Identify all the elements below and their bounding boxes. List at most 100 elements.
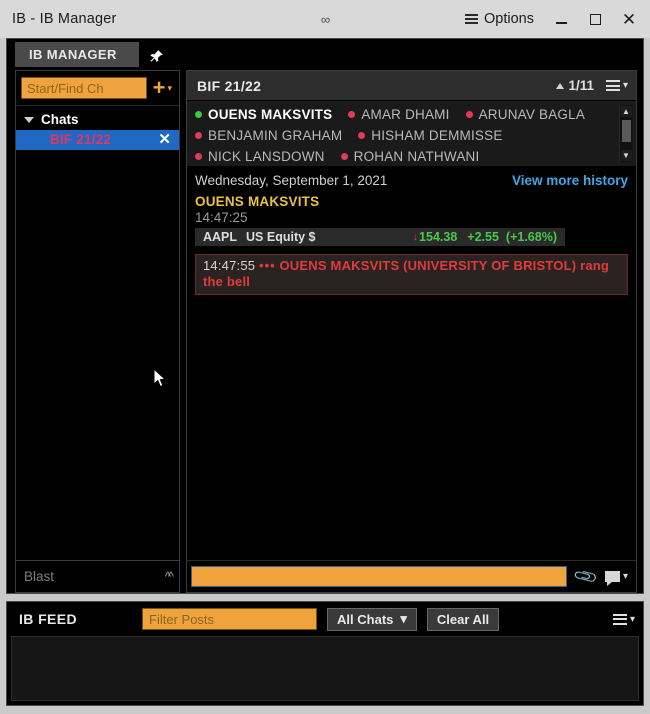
member-count[interactable]: 1/11	[556, 78, 594, 93]
message-timestamp: 14:47:25	[195, 210, 248, 225]
message-sender: OUENS MAKSVITS	[195, 194, 320, 209]
pin-icon[interactable]	[149, 49, 164, 67]
add-chat-button[interactable]: + ▾	[152, 75, 174, 100]
hamburger-icon	[605, 80, 620, 91]
chevron-down-icon: ▾	[622, 80, 628, 91]
participant-name: AMAR DHAMI	[361, 107, 450, 122]
app-window: IB - IB Manager ∞ Options ✕ IB MANAGER S…	[0, 0, 650, 714]
date-divider: Wednesday, September 1, 2021	[195, 173, 388, 188]
options-label: Options	[484, 11, 534, 27]
clear-all-label: Clear All	[436, 611, 490, 627]
list-item[interactable]: HISHAM DEMMISSE	[358, 126, 502, 145]
minimize-button[interactable]	[546, 5, 576, 33]
ib-feed-panel: IB FEED Filter Posts All Chats ▾ Clear A…	[6, 601, 644, 706]
flag-button[interactable]: ▾	[604, 571, 628, 586]
close-icon[interactable]: ✕	[158, 132, 171, 147]
blast-label: Blast	[24, 569, 55, 584]
participant-name: ROHAN NATHWANI	[353, 149, 480, 162]
ib-manager-panel: IB MANAGER Start/Find Ch + ▾ Chats BIF 2…	[6, 38, 644, 594]
scrollbar-thumb[interactable]	[621, 120, 631, 142]
message-input[interactable]	[191, 566, 568, 587]
feed-menu-button[interactable]: ▾	[612, 613, 635, 625]
scope-dropdown[interactable]: All Chats ▾	[327, 607, 417, 631]
quote-description: US Equity $	[246, 230, 316, 244]
window-controls: Options ✕	[457, 5, 644, 33]
participant-name: HISHAM DEMMISSE	[371, 128, 503, 143]
message-list[interactable]: Wednesday, September 1, 2021 View more h…	[187, 167, 636, 560]
compose-bar: 📎 ▾	[187, 560, 636, 592]
security-quote-row[interactable]: AAPL US Equity $ ↓ 154.38 +2.55 (+1.68%)	[195, 228, 565, 246]
feed-container: IB FEED Filter Posts All Chats ▾ Clear A…	[0, 601, 650, 714]
close-button[interactable]: ✕	[614, 5, 644, 33]
date-divider-row: Wednesday, September 1, 2021 View more h…	[195, 173, 628, 188]
list-item[interactable]: BENJAMIN GRAHAM	[195, 126, 342, 145]
options-button[interactable]: Options	[457, 8, 542, 30]
view-more-history-link[interactable]: View more history	[512, 173, 628, 188]
chevron-down-icon: ▾	[622, 571, 628, 582]
alert-dots-icon: •••	[259, 258, 276, 273]
clear-all-button[interactable]: Clear All	[426, 607, 500, 631]
status-dot-icon	[340, 153, 348, 160]
list-item[interactable]: NICK LANSDOWN	[195, 147, 325, 162]
participant-name: NICK LANSDOWN	[208, 149, 325, 162]
chat-pane: BIF 21/22 1/11 ▾ OUENS MAKSVITS AMAR DHA…	[186, 70, 637, 593]
chat-menu-button[interactable]: ▾	[605, 80, 628, 91]
participants-list: OUENS MAKSVITS AMAR DHAMI ARUNAV BAGLA B…	[195, 105, 619, 162]
tree-group-chats[interactable]: Chats	[16, 110, 179, 130]
close-icon: ✕	[621, 9, 637, 29]
participant-name: OUENS MAKSVITS	[208, 107, 333, 122]
chat-header: BIF 21/22 1/11 ▾	[187, 71, 636, 101]
main-panes: Start/Find Ch + ▾ Chats BIF 21/22 ✕ Blas…	[7, 67, 643, 593]
chat-sidebar: Start/Find Ch + ▾ Chats BIF 21/22 ✕ Blas…	[15, 70, 180, 593]
list-item-label: BIF 21/22	[50, 132, 112, 147]
status-dot-icon	[195, 111, 202, 118]
feed-header: IB FEED Filter Posts All Chats ▾ Clear A…	[7, 602, 643, 636]
window-title: IB - IB Manager	[12, 11, 117, 27]
tree-group-label: Chats	[41, 112, 79, 127]
status-dot-icon	[348, 111, 356, 118]
feed-body[interactable]	[11, 636, 639, 701]
tab-ib-manager[interactable]: IB MANAGER	[15, 42, 139, 67]
participants-scrollbar[interactable]: ▲ ▼	[619, 105, 632, 162]
status-dot-icon	[465, 111, 473, 118]
list-item[interactable]: ARUNAV BAGLA	[465, 105, 585, 124]
status-dot-icon	[358, 132, 366, 139]
maximize-button[interactable]	[580, 5, 610, 33]
plus-icon: +	[152, 75, 166, 100]
quote-change: +2.55	[467, 230, 499, 244]
list-item[interactable]: AMAR DHAMI	[348, 105, 449, 124]
paperclip-icon[interactable]: 📎	[572, 563, 600, 591]
system-alert-message: 14:47:55 ••• OUENS MAKSVITS (UNIVERSITY …	[195, 254, 628, 295]
app-container: IB MANAGER Start/Find Ch + ▾ Chats BIF 2…	[0, 38, 650, 601]
down-arrow-icon: ↓	[412, 231, 419, 243]
scroll-up-icon[interactable]: ▲	[620, 106, 632, 117]
tab-label: IB MANAGER	[29, 47, 117, 62]
status-dot-icon	[195, 153, 202, 160]
find-channel-input[interactable]: Start/Find Ch	[21, 77, 147, 99]
status-dot-icon	[195, 132, 202, 139]
chat-tree: Chats BIF 21/22 ✕	[16, 105, 179, 560]
chevron-down-icon: ▾	[167, 82, 172, 93]
scroll-down-icon[interactable]: ▼	[620, 150, 632, 161]
member-count-label: 1/11	[568, 78, 594, 93]
chat-title: BIF 21/22	[197, 77, 262, 94]
blast-bar[interactable]: Blast ^^	[16, 560, 179, 592]
chevron-down-icon	[24, 116, 34, 123]
link-icon: ∞	[320, 11, 330, 27]
chevron-down-icon: ▾	[400, 611, 407, 626]
filter-posts-input[interactable]: Filter Posts	[142, 608, 318, 630]
list-item[interactable]: ROHAN NATHWANI	[340, 147, 480, 162]
quote-price: 154.38	[419, 230, 458, 244]
chevron-up-icon[interactable]: ^^	[165, 569, 174, 584]
list-item[interactable]: OUENS MAKSVITS	[195, 105, 332, 124]
hamburger-icon	[465, 14, 479, 24]
quote-percent: (+1.68%)	[505, 230, 557, 244]
chat-header-actions: 1/11 ▾	[556, 78, 628, 93]
minimize-icon	[555, 22, 567, 24]
participant-name: BENJAMIN GRAHAM	[208, 128, 343, 143]
feed-title: IB FEED	[19, 611, 78, 627]
tab-strip: IB MANAGER	[7, 39, 643, 67]
sidebar-item-bif-21-22[interactable]: BIF 21/22 ✕	[16, 130, 179, 150]
hamburger-icon	[612, 613, 627, 625]
participants-panel: OUENS MAKSVITS AMAR DHAMI ARUNAV BAGLA B…	[187, 101, 636, 167]
